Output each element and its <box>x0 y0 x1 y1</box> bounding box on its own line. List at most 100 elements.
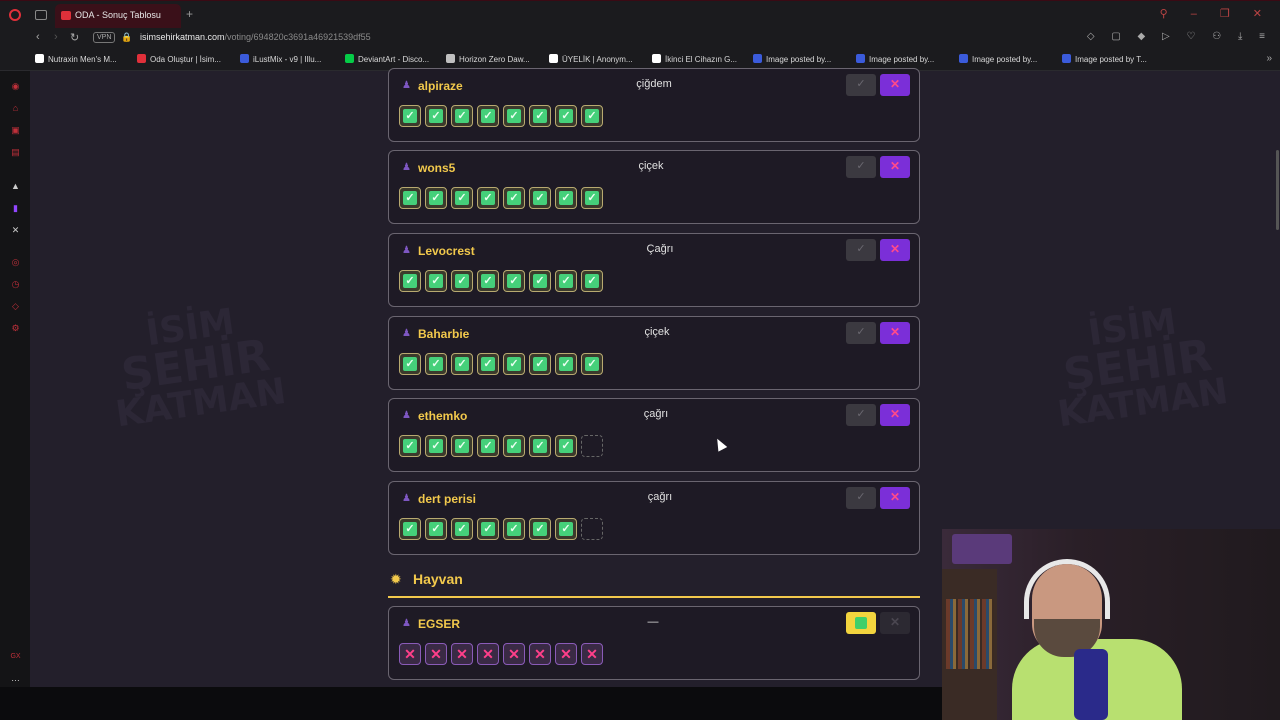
opera-logo-icon[interactable] <box>9 9 21 21</box>
bookmark-item[interactable]: Horizon Zero Daw... <box>446 54 530 64</box>
sidebar-history-icon[interactable]: ◷ <box>10 279 21 290</box>
vote-approve-icon <box>425 353 447 375</box>
bookmark-favicon-icon <box>856 54 865 63</box>
reject-button[interactable] <box>880 487 910 509</box>
sidebar-x-icon[interactable]: ✕ <box>10 225 21 236</box>
user-icon: ♟ <box>402 493 411 504</box>
vote-empty-slot <box>581 518 603 540</box>
bookmark-item[interactable]: Image posted by... <box>856 54 934 64</box>
user-icon: ♟ <box>402 80 411 91</box>
sidebar-twitch-icon[interactable]: ▮ <box>10 203 21 214</box>
category-title: Hayvan <box>413 571 463 587</box>
bookmark-item[interactable]: Image posted by T... <box>1062 54 1147 64</box>
reload-icon[interactable]: ↻ <box>70 31 79 44</box>
bookmark-label: ÜYELİK | Anonym... <box>562 55 633 64</box>
vote-card: ♟ Baharbie çiçek <box>388 316 920 390</box>
back-icon[interactable]: ‹ <box>36 31 40 43</box>
reject-button[interactable] <box>880 239 910 261</box>
approve-button[interactable] <box>846 239 876 261</box>
bookmark-favicon-icon <box>652 54 661 63</box>
approve-button[interactable] <box>846 487 876 509</box>
reject-button[interactable] <box>880 404 910 426</box>
watermark-logo-right: İSİM ŞEHİR KATMAN <box>1045 300 1230 435</box>
tab-title: ODA - Sonuç Tablosu <box>75 10 161 20</box>
vote-approve-icon <box>503 435 525 457</box>
forward-icon[interactable]: › <box>54 31 58 43</box>
lock-icon[interactable]: 🔒 <box>121 32 132 43</box>
player-name: Baharbie <box>418 327 470 341</box>
sidebar-more-icon[interactable]: … <box>10 673 21 684</box>
vote-approve-icon <box>477 187 499 209</box>
opera-sidebar: ◉ ⌂ ▣ ▤ ▲ ▮ ✕ ◎ ◷ ◇ ⚙ GX … <box>0 71 30 720</box>
bookmark-item[interactable]: Oda Oluştur | İsim... <box>137 54 221 64</box>
bookmark-label: Oda Oluştur | İsim... <box>150 55 221 64</box>
url-field[interactable]: isimsehirkatman.com/voting/694820c3691a4… <box>140 32 371 42</box>
user-icon: ♟ <box>402 245 411 256</box>
bookmark-item[interactable]: DeviantArt - Disco... <box>345 54 429 64</box>
vote-card: ♟ Levocrest Çağrı <box>388 233 920 307</box>
approve-button[interactable] <box>846 156 876 178</box>
user-icon: ♟ <box>402 410 411 421</box>
toolbar-icons[interactable]: ◇ ▢ ◆ ▷ ♡ ⚇ ⤓ ≡ <box>1087 31 1272 42</box>
approve-button[interactable] <box>846 74 876 96</box>
sidebar-settings-icon[interactable]: ⚙ <box>10 323 21 334</box>
bookmark-item[interactable]: İkinci El Cihazın G... <box>652 54 737 64</box>
vote-approve-icon <box>477 435 499 457</box>
vote-approve-icon <box>399 105 421 127</box>
sidebar-messenger-icon[interactable]: ▣ <box>10 125 21 136</box>
bookmark-favicon-icon <box>446 54 455 63</box>
bookmark-item[interactable]: ÜYELİK | Anonym... <box>549 54 633 64</box>
bookmark-favicon-icon <box>345 54 354 63</box>
vote-card: ♟ EGSER — <box>388 606 920 680</box>
bookmark-label: Nutraxin Men's M... <box>48 55 117 64</box>
player-answer: çağrı <box>643 408 669 420</box>
bookmark-item[interactable]: Image posted by... <box>753 54 831 64</box>
vote-reject-icon <box>581 643 603 665</box>
url-path: /voting/694820c3691a46921539df55 <box>224 32 371 42</box>
vote-approve-icon <box>581 105 603 127</box>
url-host: isimsehirkatman.com <box>140 32 225 42</box>
vote-approve-icon <box>425 105 447 127</box>
bookmark-label: DeviantArt - Disco... <box>358 55 430 64</box>
bookmark-label: İkinci El Cihazın G... <box>665 55 738 64</box>
approve-button[interactable] <box>846 612 876 634</box>
vpn-badge[interactable]: VPN <box>93 32 116 43</box>
approve-button[interactable] <box>846 322 876 344</box>
sidebar-arc-icon[interactable]: ▲ <box>10 181 21 192</box>
bookmark-item[interactable]: Nutraxin Men's M... <box>35 54 117 64</box>
site-favicon-icon <box>61 11 71 20</box>
reject-button[interactable] <box>880 612 910 634</box>
vote-approve-icon <box>503 187 525 209</box>
vote-approve-icon <box>399 518 421 540</box>
sidebar-gx-icon[interactable]: GX <box>10 651 21 662</box>
reject-button[interactable] <box>880 156 910 178</box>
tab-switcher-icon[interactable] <box>35 10 47 20</box>
vote-approve-icon <box>555 435 577 457</box>
reject-button[interactable] <box>880 74 910 96</box>
bookmarks-overflow-icon[interactable]: » <box>1266 53 1272 64</box>
tab-active[interactable]: ODA - Sonuç Tablosu <box>55 4 181 28</box>
sidebar-player-icon[interactable]: ◎ <box>10 257 21 268</box>
vote-approve-icon <box>503 270 525 292</box>
vote-reject-icon <box>503 643 525 665</box>
bookmark-item[interactable]: Image posted by... <box>959 54 1037 64</box>
vote-approve-icon <box>477 518 499 540</box>
sidebar-aria-icon[interactable]: ◉ <box>10 81 21 92</box>
bookmark-favicon-icon <box>137 54 146 63</box>
sidebar-home-icon[interactable]: ⌂ <box>10 103 21 114</box>
bookmark-label: Image posted by T... <box>1075 55 1147 64</box>
vote-empty-slot <box>581 435 603 457</box>
approve-button[interactable] <box>846 404 876 426</box>
sidebar-extensions-icon[interactable]: ◇ <box>10 301 21 312</box>
vote-approve-icon <box>451 105 473 127</box>
user-icon: ♟ <box>402 162 411 173</box>
bookmark-favicon-icon <box>1062 54 1071 63</box>
page-scrollbar[interactable] <box>1276 150 1279 230</box>
window-controls[interactable]: ⚲ – ❐ ✕ <box>1160 7 1272 20</box>
reject-button[interactable] <box>880 322 910 344</box>
bookmark-favicon-icon <box>35 54 44 63</box>
player-answer: çiçek <box>644 326 670 338</box>
new-tab-icon[interactable]: + <box>186 7 193 21</box>
bookmark-item[interactable]: iLustMix - v9 | Illu... <box>240 54 321 64</box>
sidebar-pinboard-icon[interactable]: ▤ <box>10 147 21 158</box>
